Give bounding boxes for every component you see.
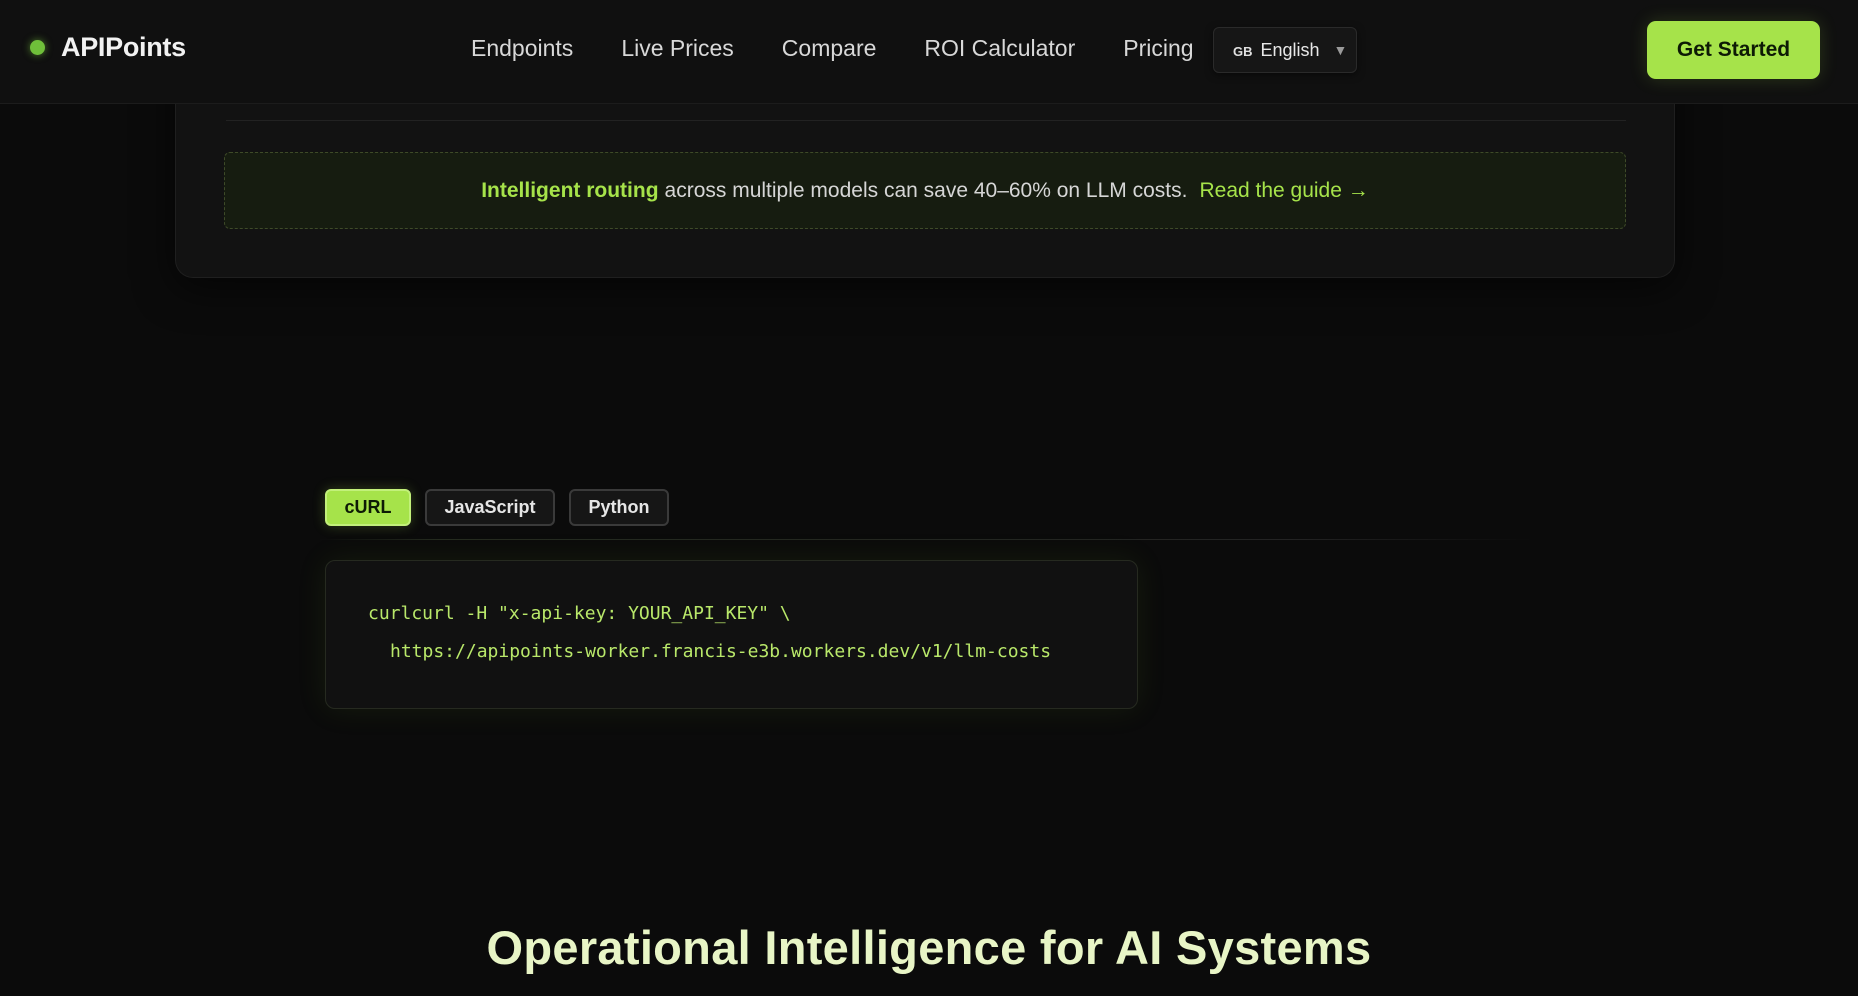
tab-python[interactable]: Python xyxy=(569,489,669,526)
card-divider xyxy=(226,120,1626,121)
code-language-tabs: cURL JavaScript Python xyxy=(325,489,683,526)
brand-logo[interactable]: APIPoints xyxy=(30,32,186,63)
nav-live-prices[interactable]: Live Prices xyxy=(621,35,733,62)
read-guide-link[interactable]: Read the guide → xyxy=(1199,179,1368,203)
tabs-divider xyxy=(318,539,1533,540)
tab-curl[interactable]: cURL xyxy=(325,489,411,526)
code-line: curlcurl -H "x-api-key: YOUR_API_KEY" \ xyxy=(368,603,791,624)
routing-notice: Intelligent routing across multiple mode… xyxy=(224,152,1626,229)
gb-flag-icon: GB xyxy=(1233,43,1253,59)
notice-highlight: Intelligent routing xyxy=(481,178,659,202)
notice-text: across multiple models can save 40–60% o… xyxy=(664,178,1188,202)
code-line: https://apipoints-worker.francis-e3b.wor… xyxy=(390,641,1052,662)
nav-compare[interactable]: Compare xyxy=(782,35,877,62)
nav-endpoints[interactable]: Endpoints xyxy=(471,35,573,62)
brand-dot-icon xyxy=(30,40,45,55)
code-snippet: curlcurl -H "x-api-key: YOUR_API_KEY" \ … xyxy=(325,560,1138,709)
nav-roi-calculator[interactable]: ROI Calculator xyxy=(924,35,1075,62)
chevron-down-icon: ▼ xyxy=(1333,42,1348,58)
page: Intelligent routing across multiple mode… xyxy=(0,0,1858,996)
nav-pricing[interactable]: Pricing xyxy=(1123,35,1193,62)
language-label: English xyxy=(1260,39,1320,60)
main-nav: Endpoints Live Prices Compare ROI Calcul… xyxy=(471,35,1194,62)
top-navbar: APIPoints Endpoints Live Prices Compare … xyxy=(0,0,1858,104)
section-heading: Operational Intelligence for AI Systems xyxy=(486,921,1372,974)
language-select[interactable]: GB English ▼ xyxy=(1213,27,1357,73)
get-started-button[interactable]: Get Started xyxy=(1647,21,1820,79)
brand-name: APIPoints xyxy=(61,32,186,62)
tab-javascript[interactable]: JavaScript xyxy=(425,489,555,526)
